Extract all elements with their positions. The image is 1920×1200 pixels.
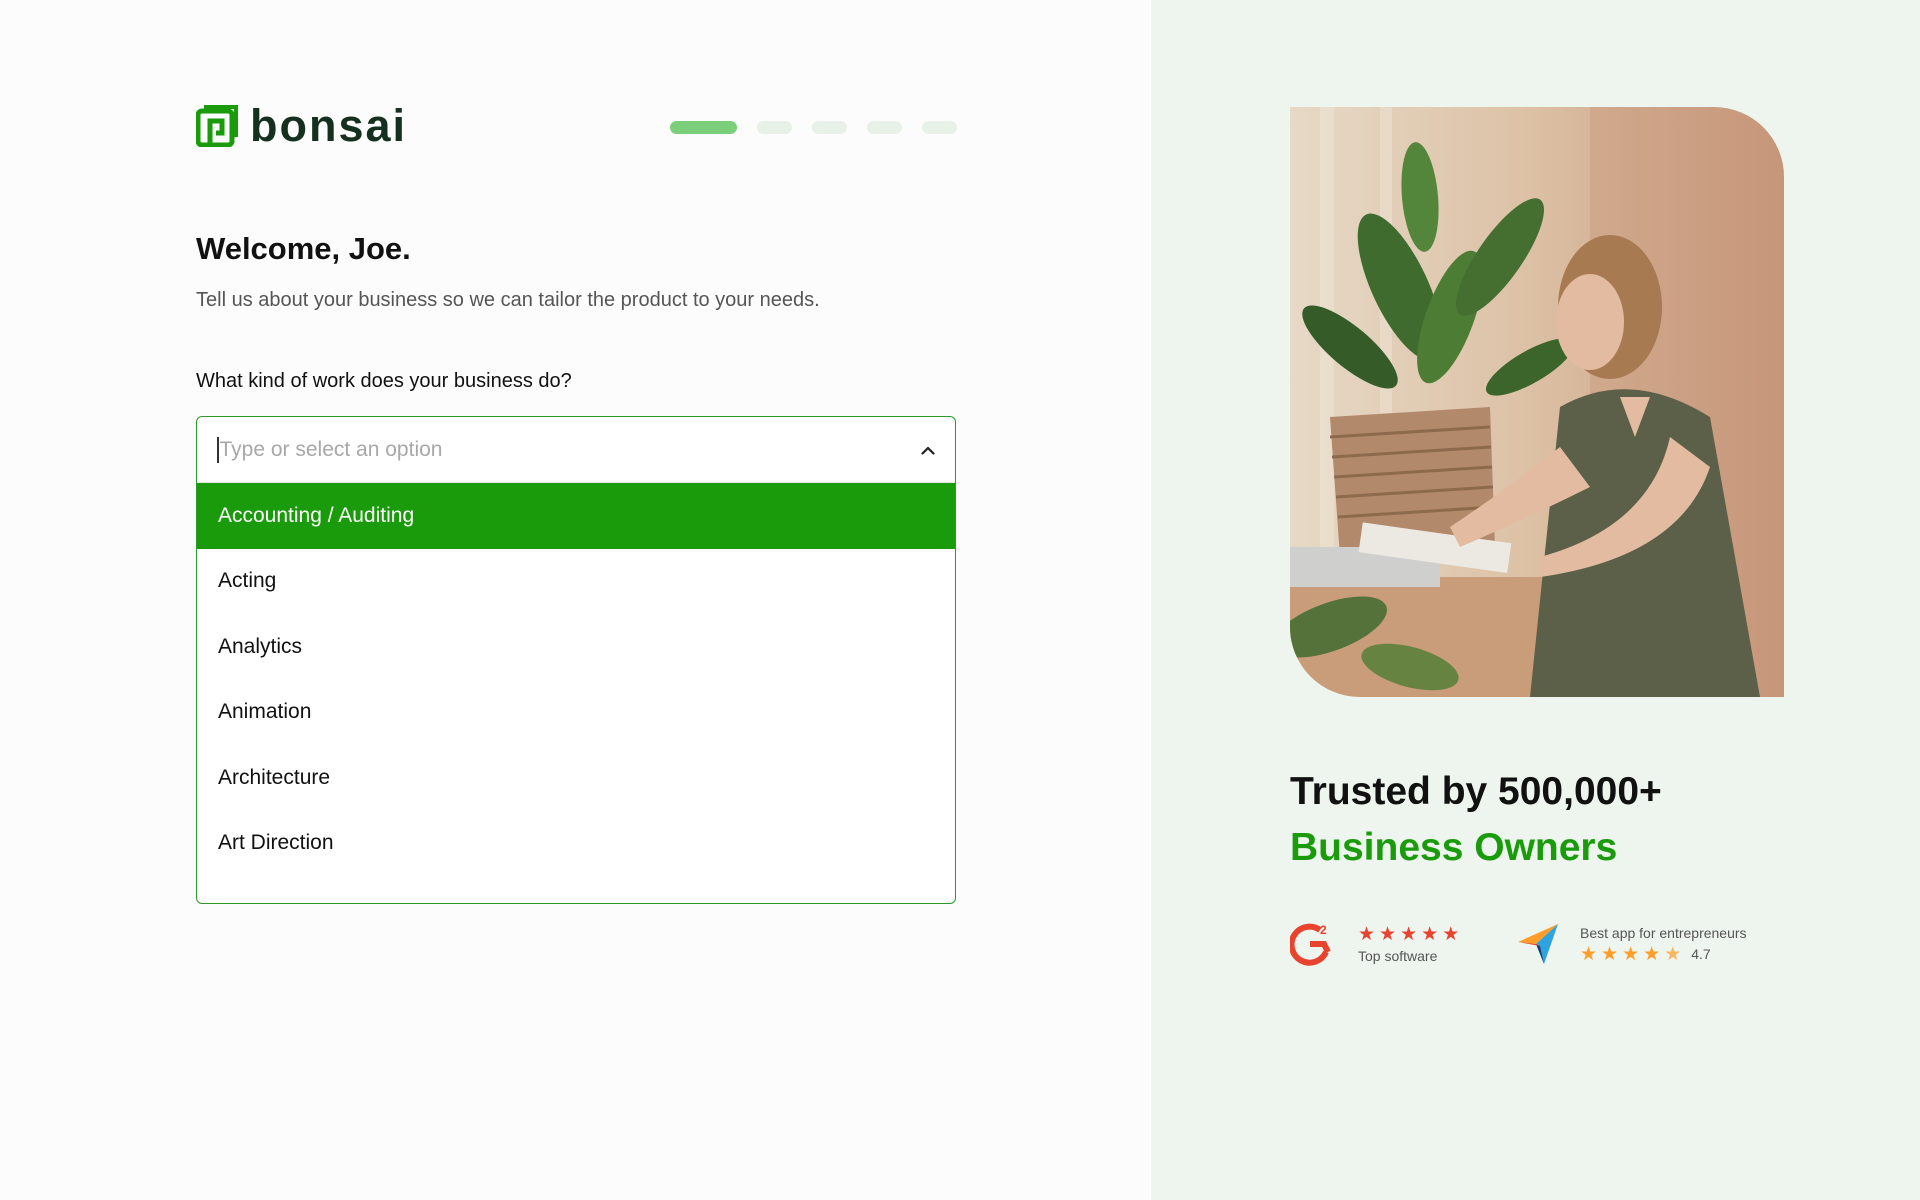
progress-step-1 xyxy=(670,121,737,134)
chevron-up-icon[interactable] xyxy=(915,437,941,463)
capterra-stars: ★ ★ ★ ★ ★ xyxy=(1580,945,1681,964)
star-icon: ★ xyxy=(1421,923,1439,945)
business-type-label: What kind of work does your business do? xyxy=(196,370,572,392)
progress-step-2 xyxy=(757,121,792,134)
capterra-caption: Best app for entrepreneurs xyxy=(1580,924,1747,941)
g2-stars: ★ ★ ★ ★ ★ xyxy=(1358,925,1459,944)
logo-text: bonsai xyxy=(250,100,408,151)
capterra-score: 4.7 xyxy=(1691,946,1711,962)
star-icon: ★ xyxy=(1643,943,1661,965)
star-icon: ★ xyxy=(1622,943,1640,965)
half-star-icon: ★ xyxy=(1664,943,1682,965)
star-icon: ★ xyxy=(1379,923,1397,945)
progress-step-5 xyxy=(922,121,957,134)
capterra-logo-icon xyxy=(1518,924,1558,964)
star-icon: ★ xyxy=(1442,923,1460,945)
star-icon: ★ xyxy=(1601,943,1619,965)
page-title: Welcome, Joe. xyxy=(196,231,411,266)
star-icon: ★ xyxy=(1400,923,1418,945)
option-architecture[interactable]: Architecture xyxy=(197,745,955,811)
g2-caption: Top software xyxy=(1358,947,1438,964)
g2-logo-icon: 2 xyxy=(1290,923,1331,966)
g2-rating: 2 ★ ★ ★ ★ ★ Top software xyxy=(1290,922,1459,966)
capterra-rating: Best app for entrepreneurs ★ ★ ★ ★ ★ 4.7 xyxy=(1516,922,1747,966)
step-progress xyxy=(670,121,957,134)
options-list: Accounting / Auditing Acting Analytics A… xyxy=(197,483,955,876)
bonsai-logo-icon xyxy=(196,105,238,147)
svg-text:2: 2 xyxy=(1320,923,1327,937)
business-type-input[interactable] xyxy=(219,437,860,462)
text-cursor xyxy=(217,436,219,463)
progress-step-3 xyxy=(812,121,847,134)
bonsai-logo: bonsai xyxy=(196,100,408,151)
star-icon: ★ xyxy=(1358,923,1376,945)
business-type-combobox[interactable]: Accounting / Auditing Acting Analytics A… xyxy=(196,416,956,904)
page-subtitle: Tell us about your business so we can ta… xyxy=(196,289,820,311)
option-animation[interactable]: Animation xyxy=(197,680,955,746)
progress-step-4 xyxy=(867,121,902,134)
star-icon: ★ xyxy=(1580,943,1598,965)
woman-working-with-plants-photo xyxy=(1290,107,1784,697)
option-acting[interactable]: Acting xyxy=(197,549,955,615)
option-accounting-auditing[interactable]: Accounting / Auditing xyxy=(197,483,955,549)
option-analytics[interactable]: Analytics xyxy=(197,614,955,680)
trust-heading: Trusted by 500,000+ xyxy=(1290,770,1662,813)
trust-subheading: Business Owners xyxy=(1290,826,1618,869)
onboarding-panel: bonsai Welcome, Joe. Tell us about your … xyxy=(0,0,1151,1200)
business-type-input-row[interactable] xyxy=(197,417,955,483)
option-art-direction[interactable]: Art Direction xyxy=(197,811,955,877)
